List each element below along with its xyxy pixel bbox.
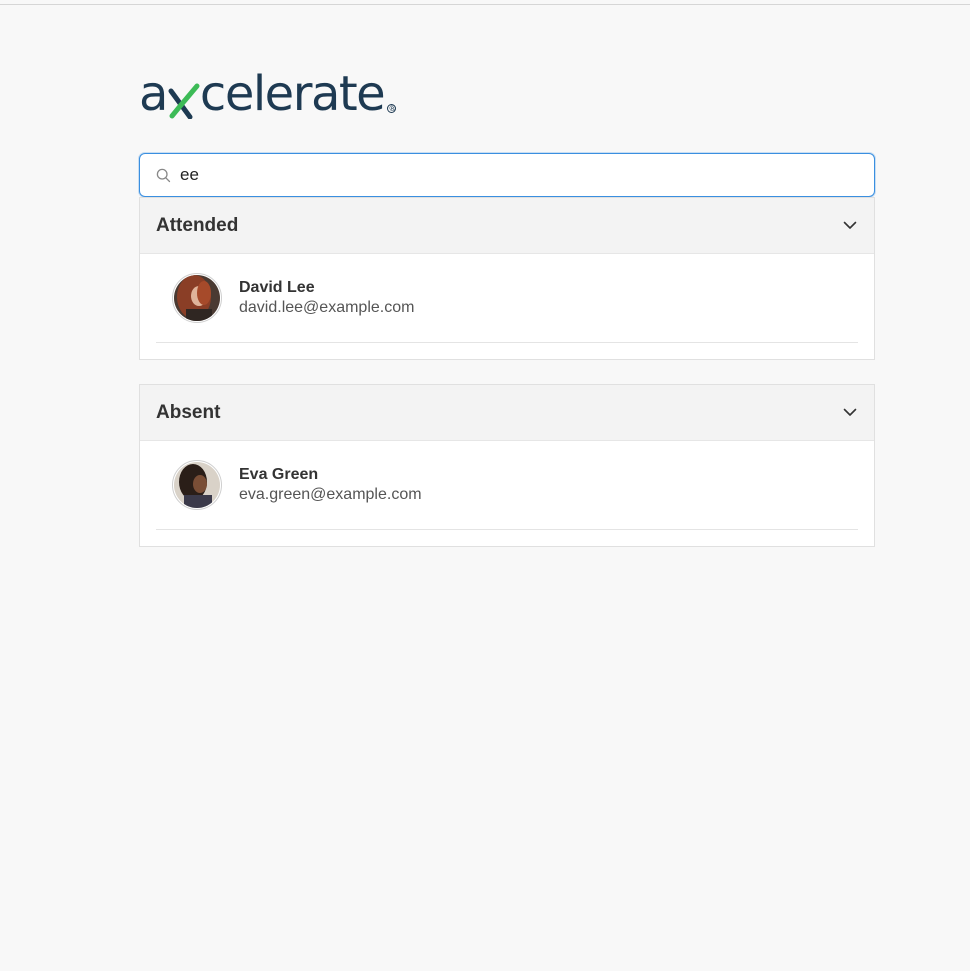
logo-text-a: a bbox=[139, 66, 168, 122]
person-info: Eva Green eva.green@example.com bbox=[239, 465, 422, 505]
chevron-down-icon[interactable] bbox=[842, 405, 858, 421]
avatar bbox=[172, 273, 222, 323]
person-name: David Lee bbox=[239, 279, 315, 296]
group-panel-absent: Absent Eva Green eva.green@example.com bbox=[139, 384, 875, 547]
search-box[interactable] bbox=[139, 153, 875, 197]
group-title: Attended bbox=[156, 214, 239, 236]
group-header-attended[interactable]: Attended bbox=[140, 198, 874, 254]
person-email: david.lee@example.com bbox=[239, 299, 415, 316]
group-body-attended: David Lee david.lee@example.com bbox=[140, 254, 874, 359]
person-info: David Lee david.lee@example.com bbox=[239, 278, 414, 318]
registered-mark: ® bbox=[387, 104, 396, 113]
group-header-absent[interactable]: Absent bbox=[140, 385, 874, 441]
top-divider bbox=[0, 4, 970, 5]
person-email: eva.green@example.com bbox=[239, 486, 422, 503]
group-panel-attended: Attended David Lee david.lee@example.com bbox=[139, 197, 875, 360]
logo-wordmark: a celerate ® bbox=[139, 66, 396, 122]
avatar bbox=[172, 460, 222, 510]
list-item[interactable]: David Lee david.lee@example.com bbox=[156, 254, 858, 343]
x-check-icon bbox=[168, 79, 200, 120]
person-name: Eva Green bbox=[239, 466, 319, 483]
list-item[interactable]: Eva Green eva.green@example.com bbox=[156, 441, 858, 530]
group-title: Absent bbox=[156, 401, 221, 423]
chevron-down-icon[interactable] bbox=[842, 218, 858, 234]
group-body-absent: Eva Green eva.green@example.com bbox=[140, 441, 874, 546]
brand-logo: a celerate ® bbox=[139, 62, 396, 122]
search-input[interactable] bbox=[180, 160, 840, 190]
logo-text-rest: celerate bbox=[199, 66, 386, 122]
search-icon bbox=[155, 167, 171, 183]
